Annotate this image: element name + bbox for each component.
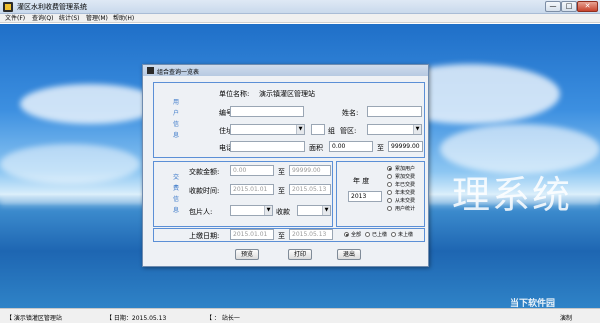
status-date: 【 日期：2015.05.13 bbox=[106, 315, 167, 322]
group-label: 组 bbox=[328, 127, 335, 135]
collector-select[interactable]: ▼ bbox=[297, 205, 331, 216]
query-dialog: 组合查询一览表 用户 信息 单位名称: 演示镇灌区管理站 编号: 姓名: 住址:… bbox=[142, 64, 429, 267]
contractor-select[interactable]: ▼ bbox=[230, 205, 273, 216]
report-option-radio[interactable] bbox=[387, 174, 392, 179]
report-option-radio[interactable] bbox=[387, 190, 392, 195]
district-select[interactable]: ▼ bbox=[367, 124, 422, 135]
report-option-radio[interactable] bbox=[387, 166, 392, 171]
report-option-label: 年已交费 bbox=[395, 182, 416, 188]
date-to-label: 至 bbox=[278, 187, 285, 195]
preview-button[interactable]: 预览 bbox=[235, 249, 259, 260]
report-option-radio[interactable] bbox=[387, 182, 392, 187]
report-option-radio[interactable] bbox=[387, 198, 392, 203]
area-from-input[interactable]: 0.00 bbox=[329, 141, 373, 152]
submit-option-label: 全部 bbox=[351, 232, 362, 238]
report-option-label: 年未交费 bbox=[395, 190, 416, 196]
contractor-label: 包片人: bbox=[189, 208, 213, 216]
dialog-title-bar: 组合查询一览表 bbox=[143, 65, 428, 76]
print-button[interactable]: 打印 bbox=[288, 249, 312, 260]
payment-info-label: 交费 信息 bbox=[172, 174, 179, 214]
chevron-down-icon: ▼ bbox=[296, 125, 304, 134]
submit-to-input[interactable]: 2015.05.13 bbox=[289, 229, 333, 240]
number-input[interactable] bbox=[230, 106, 304, 117]
date-label: 收款时间: bbox=[189, 187, 220, 195]
area-label: 面积 bbox=[309, 144, 323, 152]
submit-option-radio[interactable] bbox=[365, 232, 370, 237]
report-option-radio[interactable] bbox=[387, 206, 392, 211]
name-label: 姓名: bbox=[342, 109, 359, 117]
dialog-icon bbox=[147, 67, 154, 74]
phone-input[interactable] bbox=[230, 141, 305, 152]
status-user: 【 ： 站长一 bbox=[206, 315, 240, 322]
unit-name-value: 演示镇灌区管理站 bbox=[259, 90, 315, 98]
year-label: 年 度 bbox=[353, 177, 370, 185]
watermark-logo: 当下软件园 bbox=[510, 299, 556, 308]
minimize-button[interactable]: — bbox=[545, 1, 561, 12]
user-info-label: 用户 信息 bbox=[172, 99, 179, 139]
menu-manage[interactable]: 管理(M) bbox=[86, 14, 108, 23]
amount-label: 交款金额: bbox=[189, 168, 220, 176]
date-from-input[interactable]: 2015.01.01 bbox=[230, 184, 274, 195]
collector-label: 收款 bbox=[276, 208, 290, 216]
submit-option-label: 未上缴 bbox=[398, 232, 414, 238]
submit-option-label: 已上缴 bbox=[372, 232, 388, 238]
maximize-button[interactable]: □ bbox=[561, 1, 577, 12]
title-bar: 灌区水利收费管理系统 — □ ✕ bbox=[0, 0, 600, 14]
name-input[interactable] bbox=[367, 106, 422, 117]
report-option-label: 累加用户 bbox=[395, 166, 416, 172]
menu-help[interactable]: 帮助(H) bbox=[113, 14, 134, 23]
status-bar: 【 演示镇灌区管理站 【 日期：2015.05.13 【 ： 站长一 演制 bbox=[0, 308, 600, 323]
district-label: 管区: bbox=[340, 127, 357, 135]
menu-query[interactable]: 查询(Q) bbox=[32, 14, 53, 23]
address-select[interactable]: ▼ bbox=[230, 124, 305, 135]
exit-button[interactable]: 退出 bbox=[337, 249, 361, 260]
dialog-title: 组合查询一览表 bbox=[157, 69, 200, 76]
submit-to-label: 至 bbox=[278, 232, 285, 240]
amount-from-input[interactable]: 0.00 bbox=[230, 165, 274, 176]
app-icon bbox=[3, 2, 13, 12]
submit-option-radio[interactable] bbox=[391, 232, 396, 237]
report-option-label: 从未交费 bbox=[395, 198, 416, 204]
chevron-down-icon: ▼ bbox=[264, 206, 272, 215]
report-option-label: 累加交费 bbox=[395, 174, 416, 180]
date-to-input[interactable]: 2015.05.13 bbox=[289, 184, 331, 195]
submit-date-label: 上缴日期: bbox=[189, 232, 220, 240]
unit-name-label: 单位名称: bbox=[219, 90, 250, 98]
close-button[interactable]: ✕ bbox=[577, 1, 598, 12]
chevron-down-icon: ▼ bbox=[322, 206, 330, 215]
menu-stats[interactable]: 统计(S) bbox=[59, 14, 80, 23]
menu-bar: 文件(F) 查询(Q) 统计(S) 管理(M) 帮助(H) bbox=[0, 14, 600, 23]
submit-from-input[interactable]: 2015.01.01 bbox=[230, 229, 274, 240]
amount-to-label: 至 bbox=[278, 168, 285, 176]
amount-to-input[interactable]: 99999.00 bbox=[289, 165, 331, 176]
menu-file[interactable]: 文件(F) bbox=[5, 14, 25, 23]
background-title: 理系统 bbox=[452, 173, 573, 217]
window-title: 灌区水利收费管理系统 bbox=[17, 3, 87, 11]
area-to-input[interactable]: 99999.00 bbox=[388, 141, 423, 152]
year-input[interactable]: 2013 bbox=[348, 191, 382, 202]
group-input[interactable] bbox=[311, 124, 325, 135]
status-unit: 【 演示镇灌区管理站 bbox=[6, 315, 62, 322]
status-right: 演制 bbox=[560, 315, 573, 322]
report-option-label: 用户统计 bbox=[395, 206, 416, 212]
submit-option-radio[interactable] bbox=[344, 232, 349, 237]
area-to-label: 至 bbox=[377, 144, 384, 152]
chevron-down-icon: ▼ bbox=[413, 125, 421, 134]
